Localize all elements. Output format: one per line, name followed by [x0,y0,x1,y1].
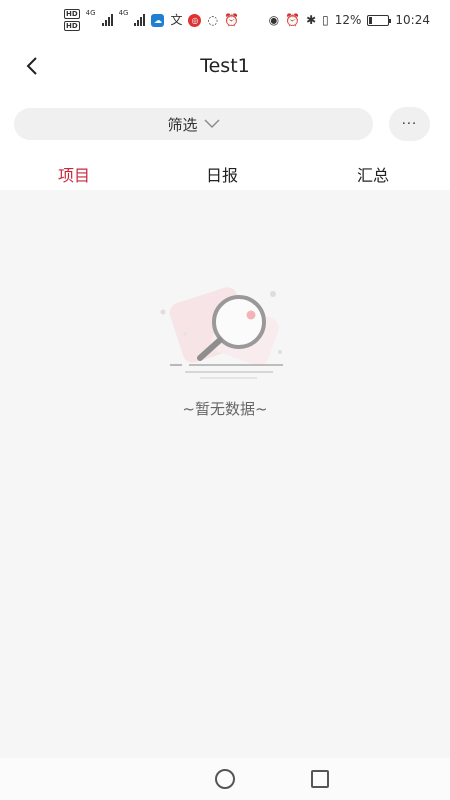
chat-icon: ◌ [207,13,218,27]
hd-badge-2: HD [64,21,80,31]
filter-label: 筛选 [167,115,198,134]
page-title: Test1 [200,55,250,77]
empty-state: ~暂无数据~ [0,282,450,419]
cloud-app-icon: ☁ [151,13,165,27]
recents-button[interactable] [311,770,329,788]
magnifier-icon [160,287,283,379]
filter-row: 筛选 ··· [14,107,430,141]
status-right: ◉ ⏰ ✱ ▯ 12% 10:24 [269,13,430,27]
bluetooth-icon: ✱ [306,13,317,27]
system-nav-bar [0,758,450,800]
status-bar: HD HD 4G 4G ☁ 文 ◎ ◌ ⏰ ◉ ⏰ ✱ ▯ 12% 10:24 [0,0,450,40]
network-label-1: 4G [85,9,96,17]
chevron-down-icon [204,119,219,128]
tab-projects[interactable]: 项目 [0,152,148,194]
app-icon: ◎ [188,13,202,27]
filter-dropdown[interactable]: 筛选 [14,108,373,140]
signal-icon-2 [134,14,146,26]
battery-percent: 12% [334,13,362,27]
empty-state-text: ~暂无数据~ [182,400,268,418]
status-left: HD HD 4G 4G ☁ 文 ◎ ◌ ⏰ [64,9,239,31]
battery-fill [369,16,372,24]
network-label-2: 4G [118,9,129,17]
screen: HD HD 4G 4G ☁ 文 ◎ ◌ ⏰ ◉ ⏰ ✱ ▯ 12% 10:24 [0,0,450,800]
tab-label: 汇总 [356,166,389,185]
tab-bar: 项目 日报 汇总 [0,152,450,194]
hd-badge-1: HD [64,9,80,19]
hd-icon: HD HD [64,9,80,31]
chevron-left-icon [26,57,37,75]
tab-summary[interactable]: 汇总 [296,152,450,186]
translate-icon: 文 [170,13,183,27]
alarm-icon: ⏰ [223,13,239,27]
vibrate-icon: ▯ [322,13,329,27]
tab-daily-report[interactable]: 日报 [148,152,296,186]
app-header: Test1 [0,40,450,92]
content-area: ~暂无数据~ [0,190,450,758]
alarm-icon-2: ⏰ [285,13,301,27]
back-button[interactable] [18,52,46,80]
status-time: 10:24 [395,13,430,27]
eye-icon: ◉ [268,13,280,27]
more-button[interactable]: ··· [389,107,430,141]
signal-icon [101,14,113,26]
battery-icon [367,14,392,26]
tab-label: 日报 [205,166,238,185]
tab-label: 项目 [57,166,90,185]
home-button[interactable] [215,769,235,789]
